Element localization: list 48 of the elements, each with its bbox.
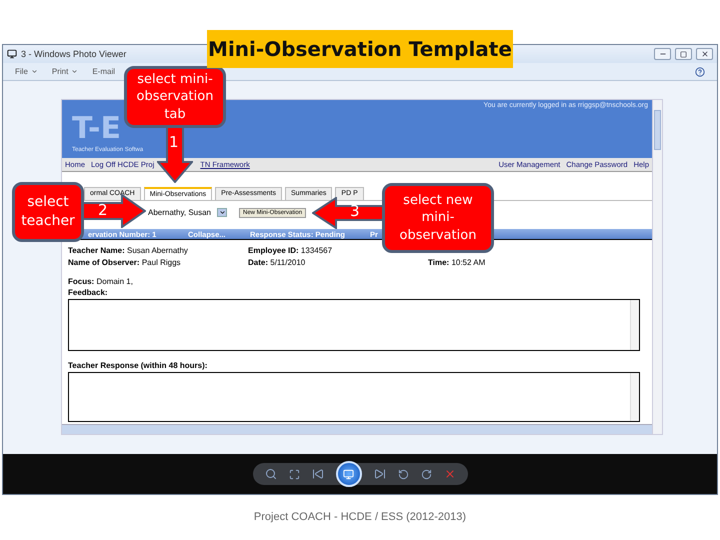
step-number: 2: [98, 201, 108, 219]
dropdown-button[interactable]: [217, 208, 228, 217]
next-icon[interactable]: [374, 468, 386, 480]
slide-title: Mini-Observation Template: [207, 30, 513, 68]
detail-text: Name of Observer: Paul Riggs: [68, 258, 181, 267]
focus-text: Focus: Domain 1,: [68, 277, 133, 286]
caret-icon: [71, 68, 78, 75]
rotate-right-icon[interactable]: [420, 468, 432, 480]
response-label: Teacher Response (within 48 hours):: [68, 361, 208, 370]
menu-item[interactable]: E-mail: [92, 67, 116, 76]
callout: select new mini-observation: [382, 183, 494, 253]
feedback-field[interactable]: [68, 299, 640, 351]
close-button[interactable]: [696, 48, 713, 60]
vertical-scrollbar[interactable]: [652, 100, 662, 434]
app-icon: [7, 49, 17, 59]
callout: select teacher: [12, 182, 84, 242]
help-icon[interactable]: [695, 66, 705, 76]
rotate-left-icon[interactable]: [398, 468, 408, 480]
pointer-arrow: [312, 197, 384, 229]
detail-text: Date: 5/11/2010: [248, 258, 306, 267]
feedback-label: Feedback:: [68, 288, 108, 297]
zoom-icon[interactable]: [264, 468, 276, 480]
caret-icon: [30, 68, 38, 75]
footer-text: Project COACH - HCDE / ESS (2012-2013): [254, 511, 466, 523]
menu-item[interactable]: Print: [52, 67, 78, 76]
detail-text: Teacher Name: Susan Abernathy: [68, 246, 188, 255]
caret-icon: [218, 209, 226, 216]
maximize-button[interactable]: [675, 48, 692, 60]
minimize-button[interactable]: [654, 48, 671, 60]
teacher-select[interactable]: Abernathy, Susan: [148, 208, 212, 217]
pointer-arrow: [82, 194, 146, 228]
pointer-arrow: [157, 126, 193, 183]
callout: select mini-observation tab: [124, 66, 226, 128]
menu-item[interactable]: File: [15, 67, 38, 76]
detail-text: Time: 10:52 AM: [428, 258, 486, 267]
step-number: 1: [169, 133, 179, 151]
close-icon: [700, 50, 708, 58]
horizontal-scrollbar[interactable]: [62, 424, 652, 434]
delete-icon[interactable]: [444, 468, 456, 480]
slideshow-button[interactable]: [336, 461, 362, 487]
previous-icon[interactable]: [312, 468, 324, 480]
screen-icon: [343, 468, 354, 480]
logo: T-E: [72, 114, 122, 144]
detail-text: Employee ID: 1334567: [248, 246, 332, 255]
maximize-icon: [680, 50, 687, 58]
step-number: 3: [350, 202, 360, 220]
fit-window-icon[interactable]: [288, 468, 300, 480]
response-field[interactable]: [68, 372, 640, 422]
